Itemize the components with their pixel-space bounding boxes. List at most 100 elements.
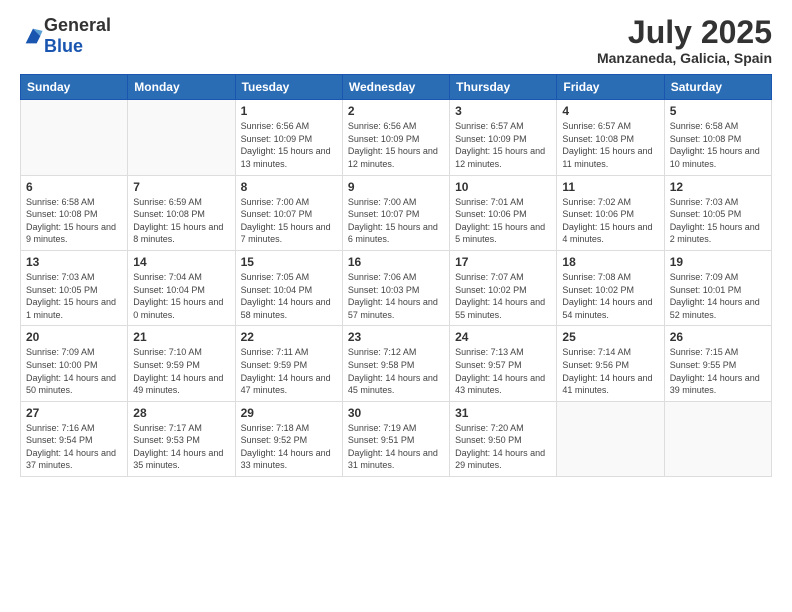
table-row: 16Sunrise: 7:06 AM Sunset: 10:03 PM Dayl… [342, 250, 449, 325]
table-row: 23Sunrise: 7:12 AM Sunset: 9:58 PM Dayli… [342, 326, 449, 401]
day-number: 3 [455, 104, 551, 118]
header-sunday: Sunday [21, 75, 128, 100]
table-row: 13Sunrise: 7:03 AM Sunset: 10:05 PM Dayl… [21, 250, 128, 325]
header-saturday: Saturday [664, 75, 771, 100]
day-info: Sunrise: 7:11 AM Sunset: 9:59 PM Dayligh… [241, 346, 337, 396]
day-info: Sunrise: 6:59 AM Sunset: 10:08 PM Daylig… [133, 196, 229, 246]
table-row [664, 401, 771, 476]
day-info: Sunrise: 6:57 AM Sunset: 10:08 PM Daylig… [562, 120, 658, 170]
day-info: Sunrise: 7:18 AM Sunset: 9:52 PM Dayligh… [241, 422, 337, 472]
logo-blue: Blue [44, 36, 83, 56]
logo: General Blue [20, 15, 111, 57]
header: General Blue July 2025 Manzaneda, Galici… [20, 15, 772, 66]
day-number: 27 [26, 406, 122, 420]
day-number: 10 [455, 180, 551, 194]
table-row: 25 Sunrise: 7:14 AM Sunset: 9:56 PM Dayli… [557, 326, 664, 401]
day-number: 21 [133, 330, 229, 344]
table-row: 10 Sunrise: 7:01 AM Sunset: 10:06 PM Dayl… [450, 175, 557, 250]
day-info: Sunrise: 6:58 AM Sunset: 10:08 PM Daylig… [26, 196, 122, 246]
day-number: 1 [241, 104, 337, 118]
day-info: Sunrise: 7:02 AM Sunset: 10:06 PM Daylig… [562, 196, 658, 246]
day-info: Sunrise: 7:10 AM Sunset: 9:59 PM Dayligh… [133, 346, 229, 396]
calendar-week-row: 20Sunrise: 7:09 AM Sunset: 10:00 PM Dayl… [21, 326, 772, 401]
location: Manzaneda, Galicia, Spain [597, 50, 772, 66]
table-row: 31Sunrise: 7:20 AM Sunset: 9:50 PM Dayli… [450, 401, 557, 476]
table-row: 17Sunrise: 7:07 AM Sunset: 10:02 PM Dayl… [450, 250, 557, 325]
table-row: 1 Sunrise: 6:56 AM Sunset: 10:09 PM Dayli… [235, 100, 342, 175]
logo-text: General Blue [44, 15, 111, 57]
table-row: 11 Sunrise: 7:02 AM Sunset: 10:06 PM Dayl… [557, 175, 664, 250]
day-info: Sunrise: 6:56 AM Sunset: 10:09 PM Daylig… [348, 120, 444, 170]
calendar-week-row: 6 Sunrise: 6:58 AM Sunset: 10:08 PM Dayli… [21, 175, 772, 250]
table-row: 4 Sunrise: 6:57 AM Sunset: 10:08 PM Dayli… [557, 100, 664, 175]
day-number: 6 [26, 180, 122, 194]
day-number: 12 [670, 180, 766, 194]
day-info: Sunrise: 7:07 AM Sunset: 10:02 PM Daylig… [455, 271, 551, 321]
table-row: 20Sunrise: 7:09 AM Sunset: 10:00 PM Dayl… [21, 326, 128, 401]
day-number: 26 [670, 330, 766, 344]
day-info: Sunrise: 7:12 AM Sunset: 9:58 PM Dayligh… [348, 346, 444, 396]
table-row [21, 100, 128, 175]
day-number: 18 [562, 255, 658, 269]
table-row: 29 Sunrise: 7:18 AM Sunset: 9:52 PM Dayli… [235, 401, 342, 476]
table-row: 2 Sunrise: 6:56 AM Sunset: 10:09 PM Dayli… [342, 100, 449, 175]
day-number: 29 [241, 406, 337, 420]
header-thursday: Thursday [450, 75, 557, 100]
table-row: 6 Sunrise: 6:58 AM Sunset: 10:08 PM Dayli… [21, 175, 128, 250]
table-row: 12 Sunrise: 7:03 AM Sunset: 10:05 PM Dayl… [664, 175, 771, 250]
day-number: 14 [133, 255, 229, 269]
day-number: 15 [241, 255, 337, 269]
day-number: 11 [562, 180, 658, 194]
day-number: 13 [26, 255, 122, 269]
table-row: 9 Sunrise: 7:00 AM Sunset: 10:07 PM Dayli… [342, 175, 449, 250]
day-info: Sunrise: 7:00 AM Sunset: 10:07 PM Daylig… [348, 196, 444, 246]
table-row: 3 Sunrise: 6:57 AM Sunset: 10:09 PM Dayli… [450, 100, 557, 175]
day-info: Sunrise: 7:19 AM Sunset: 9:51 PM Dayligh… [348, 422, 444, 472]
logo-icon [22, 25, 44, 47]
table-row: 14Sunrise: 7:04 AM Sunset: 10:04 PM Dayl… [128, 250, 235, 325]
day-info: Sunrise: 7:14 AM Sunset: 9:56 PM Dayligh… [562, 346, 658, 396]
day-info: Sunrise: 7:09 AM Sunset: 10:01 PM Daylig… [670, 271, 766, 321]
day-number: 25 [562, 330, 658, 344]
day-info: Sunrise: 7:03 AM Sunset: 10:05 PM Daylig… [670, 196, 766, 246]
day-info: Sunrise: 6:56 AM Sunset: 10:09 PM Daylig… [241, 120, 337, 170]
header-wednesday: Wednesday [342, 75, 449, 100]
day-number: 7 [133, 180, 229, 194]
table-row [557, 401, 664, 476]
table-row: 18Sunrise: 7:08 AM Sunset: 10:02 PM Dayl… [557, 250, 664, 325]
day-number: 8 [241, 180, 337, 194]
table-row: 30 Sunrise: 7:19 AM Sunset: 9:51 PM Dayli… [342, 401, 449, 476]
day-info: Sunrise: 6:57 AM Sunset: 10:09 PM Daylig… [455, 120, 551, 170]
header-monday: Monday [128, 75, 235, 100]
table-row: 5Sunrise: 6:58 AM Sunset: 10:08 PM Dayli… [664, 100, 771, 175]
day-info: Sunrise: 7:05 AM Sunset: 10:04 PM Daylig… [241, 271, 337, 321]
table-row: 27 Sunrise: 7:16 AM Sunset: 9:54 PM Dayli… [21, 401, 128, 476]
day-number: 30 [348, 406, 444, 420]
day-number: 2 [348, 104, 444, 118]
table-row: 15 Sunrise: 7:05 AM Sunset: 10:04 PM Dayl… [235, 250, 342, 325]
calendar: Sunday Monday Tuesday Wednesday Thursday… [20, 74, 772, 477]
table-row: 24Sunrise: 7:13 AM Sunset: 9:57 PM Dayli… [450, 326, 557, 401]
title-block: July 2025 Manzaneda, Galicia, Spain [597, 15, 772, 66]
table-row [128, 100, 235, 175]
day-info: Sunrise: 7:09 AM Sunset: 10:00 PM Daylig… [26, 346, 122, 396]
day-number: 22 [241, 330, 337, 344]
day-info: Sunrise: 7:01 AM Sunset: 10:06 PM Daylig… [455, 196, 551, 246]
day-number: 9 [348, 180, 444, 194]
logo-general: General [44, 15, 111, 35]
day-number: 16 [348, 255, 444, 269]
day-info: Sunrise: 7:20 AM Sunset: 9:50 PM Dayligh… [455, 422, 551, 472]
day-number: 5 [670, 104, 766, 118]
day-info: Sunrise: 7:00 AM Sunset: 10:07 PM Daylig… [241, 196, 337, 246]
calendar-week-row: 1 Sunrise: 6:56 AM Sunset: 10:09 PM Dayli… [21, 100, 772, 175]
page: General Blue July 2025 Manzaneda, Galici… [0, 0, 792, 612]
header-friday: Friday [557, 75, 664, 100]
month-year: July 2025 [597, 15, 772, 50]
table-row: 21 Sunrise: 7:10 AM Sunset: 9:59 PM Dayli… [128, 326, 235, 401]
table-row: 28Sunrise: 7:17 AM Sunset: 9:53 PM Dayli… [128, 401, 235, 476]
day-info: Sunrise: 7:16 AM Sunset: 9:54 PM Dayligh… [26, 422, 122, 472]
day-number: 28 [133, 406, 229, 420]
day-number: 4 [562, 104, 658, 118]
header-tuesday: Tuesday [235, 75, 342, 100]
weekday-header-row: Sunday Monday Tuesday Wednesday Thursday… [21, 75, 772, 100]
